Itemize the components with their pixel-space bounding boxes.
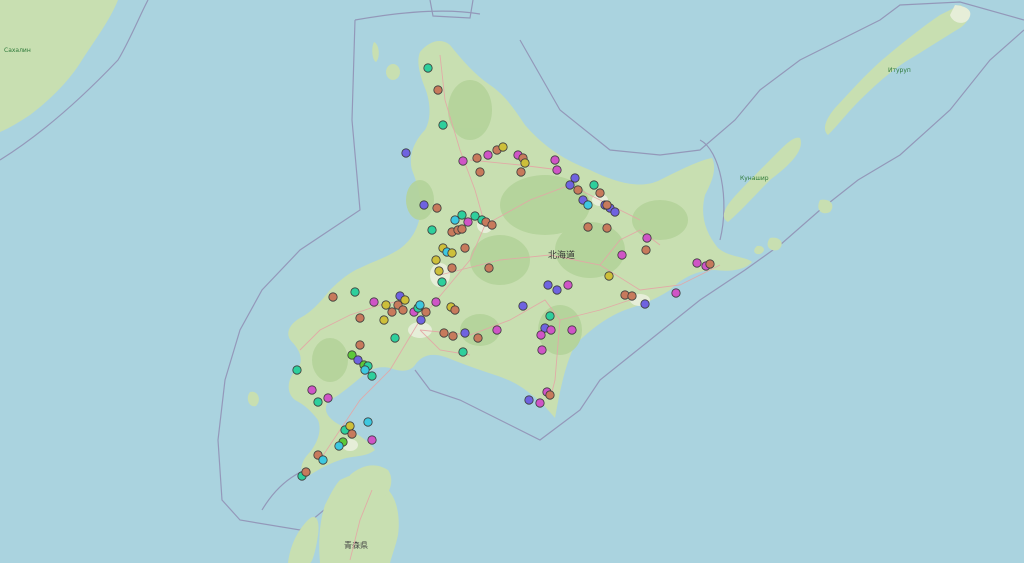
map-marker[interactable] bbox=[545, 311, 555, 321]
map-marker[interactable] bbox=[475, 167, 485, 177]
hokkaido-label: 北海道 bbox=[548, 249, 575, 261]
map-marker[interactable] bbox=[432, 203, 442, 213]
map-marker[interactable] bbox=[640, 299, 650, 309]
map-marker[interactable] bbox=[367, 371, 377, 381]
map-marker[interactable] bbox=[543, 280, 553, 290]
map-marker[interactable] bbox=[642, 233, 652, 243]
map-marker[interactable] bbox=[602, 223, 612, 233]
map-marker[interactable] bbox=[563, 280, 573, 290]
map-marker[interactable] bbox=[323, 393, 333, 403]
map-marker[interactable] bbox=[438, 120, 448, 130]
map-marker[interactable] bbox=[419, 200, 429, 210]
map-marker[interactable] bbox=[292, 365, 302, 375]
map-marker[interactable] bbox=[617, 250, 627, 260]
iturup-label: Итуруп bbox=[888, 67, 911, 74]
map-marker[interactable] bbox=[433, 85, 443, 95]
map-marker[interactable] bbox=[355, 340, 365, 350]
map-marker[interactable] bbox=[369, 297, 379, 307]
sakhalin-label: Сахалин bbox=[4, 47, 31, 54]
map-marker[interactable] bbox=[472, 153, 482, 163]
map-view[interactable]: Сахалин Итуруп Кунашир 青森県 北海道 bbox=[0, 0, 1024, 563]
map-marker[interactable] bbox=[692, 258, 702, 268]
map-marker[interactable] bbox=[328, 292, 338, 302]
map-marker[interactable] bbox=[604, 271, 614, 281]
map-marker[interactable] bbox=[627, 291, 637, 301]
map-marker[interactable] bbox=[447, 248, 457, 258]
map-marker[interactable] bbox=[565, 180, 575, 190]
map-marker[interactable] bbox=[498, 142, 508, 152]
map-marker[interactable] bbox=[671, 288, 681, 298]
map-marker[interactable] bbox=[483, 150, 493, 160]
map-marker[interactable] bbox=[602, 200, 612, 210]
map-canvas: Сахалин Итуруп Кунашир 青森県 北海道 bbox=[0, 0, 1024, 563]
map-marker[interactable] bbox=[301, 467, 311, 477]
map-marker[interactable] bbox=[589, 180, 599, 190]
map-marker[interactable] bbox=[398, 305, 408, 315]
map-marker[interactable] bbox=[355, 313, 365, 323]
map-marker[interactable] bbox=[458, 347, 468, 357]
map-marker[interactable] bbox=[552, 285, 562, 295]
map-marker[interactable] bbox=[439, 328, 449, 338]
map-marker[interactable] bbox=[334, 441, 344, 451]
map-marker[interactable] bbox=[583, 222, 593, 232]
map-marker[interactable] bbox=[448, 331, 458, 341]
map-marker[interactable] bbox=[583, 200, 593, 210]
map-marker[interactable] bbox=[415, 300, 425, 310]
map-marker[interactable] bbox=[536, 330, 546, 340]
map-marker[interactable] bbox=[535, 398, 545, 408]
map-marker[interactable] bbox=[431, 297, 441, 307]
map-marker[interactable] bbox=[610, 207, 620, 217]
map-marker[interactable] bbox=[567, 325, 577, 335]
map-marker[interactable] bbox=[484, 263, 494, 273]
map-marker[interactable] bbox=[457, 210, 467, 220]
rishiri-island bbox=[386, 64, 400, 80]
map-marker[interactable] bbox=[546, 325, 556, 335]
map-marker[interactable] bbox=[460, 328, 470, 338]
map-marker[interactable] bbox=[347, 429, 357, 439]
map-marker[interactable] bbox=[450, 305, 460, 315]
map-marker[interactable] bbox=[379, 315, 389, 325]
map-marker[interactable] bbox=[431, 255, 441, 265]
map-marker[interactable] bbox=[641, 245, 651, 255]
map-marker[interactable] bbox=[463, 217, 473, 227]
map-marker[interactable] bbox=[416, 315, 426, 325]
map-marker[interactable] bbox=[518, 301, 528, 311]
map-marker[interactable] bbox=[457, 224, 467, 234]
map-marker[interactable] bbox=[447, 263, 457, 273]
map-marker[interactable] bbox=[363, 417, 373, 427]
map-marker[interactable] bbox=[390, 333, 400, 343]
map-marker[interactable] bbox=[520, 158, 530, 168]
map-marker[interactable] bbox=[307, 385, 317, 395]
map-marker[interactable] bbox=[437, 277, 447, 287]
map-marker[interactable] bbox=[313, 397, 323, 407]
map-marker[interactable] bbox=[401, 148, 411, 158]
map-marker[interactable] bbox=[473, 333, 483, 343]
map-marker[interactable] bbox=[423, 63, 433, 73]
map-marker[interactable] bbox=[487, 220, 497, 230]
aomori-label: 青森県 bbox=[344, 540, 368, 550]
map-marker[interactable] bbox=[458, 156, 468, 166]
map-marker[interactable] bbox=[705, 259, 715, 269]
map-marker[interactable] bbox=[367, 435, 377, 445]
map-marker[interactable] bbox=[550, 155, 560, 165]
map-marker[interactable] bbox=[421, 307, 431, 317]
map-marker[interactable] bbox=[387, 307, 397, 317]
map-marker[interactable] bbox=[573, 185, 583, 195]
map-marker[interactable] bbox=[345, 421, 355, 431]
map-marker[interactable] bbox=[524, 395, 534, 405]
map-marker[interactable] bbox=[350, 287, 360, 297]
map-marker[interactable] bbox=[492, 325, 502, 335]
map-marker[interactable] bbox=[516, 167, 526, 177]
map-marker[interactable] bbox=[427, 225, 437, 235]
map-marker[interactable] bbox=[537, 345, 547, 355]
map-marker[interactable] bbox=[552, 165, 562, 175]
kunashir-label: Кунашир bbox=[740, 175, 769, 182]
map-marker[interactable] bbox=[434, 266, 444, 276]
map-marker[interactable] bbox=[460, 243, 470, 253]
map-marker[interactable] bbox=[545, 390, 555, 400]
map-marker[interactable] bbox=[381, 300, 391, 310]
map-marker[interactable] bbox=[360, 365, 370, 375]
map-marker[interactable] bbox=[318, 455, 328, 465]
map-marker[interactable] bbox=[595, 188, 605, 198]
